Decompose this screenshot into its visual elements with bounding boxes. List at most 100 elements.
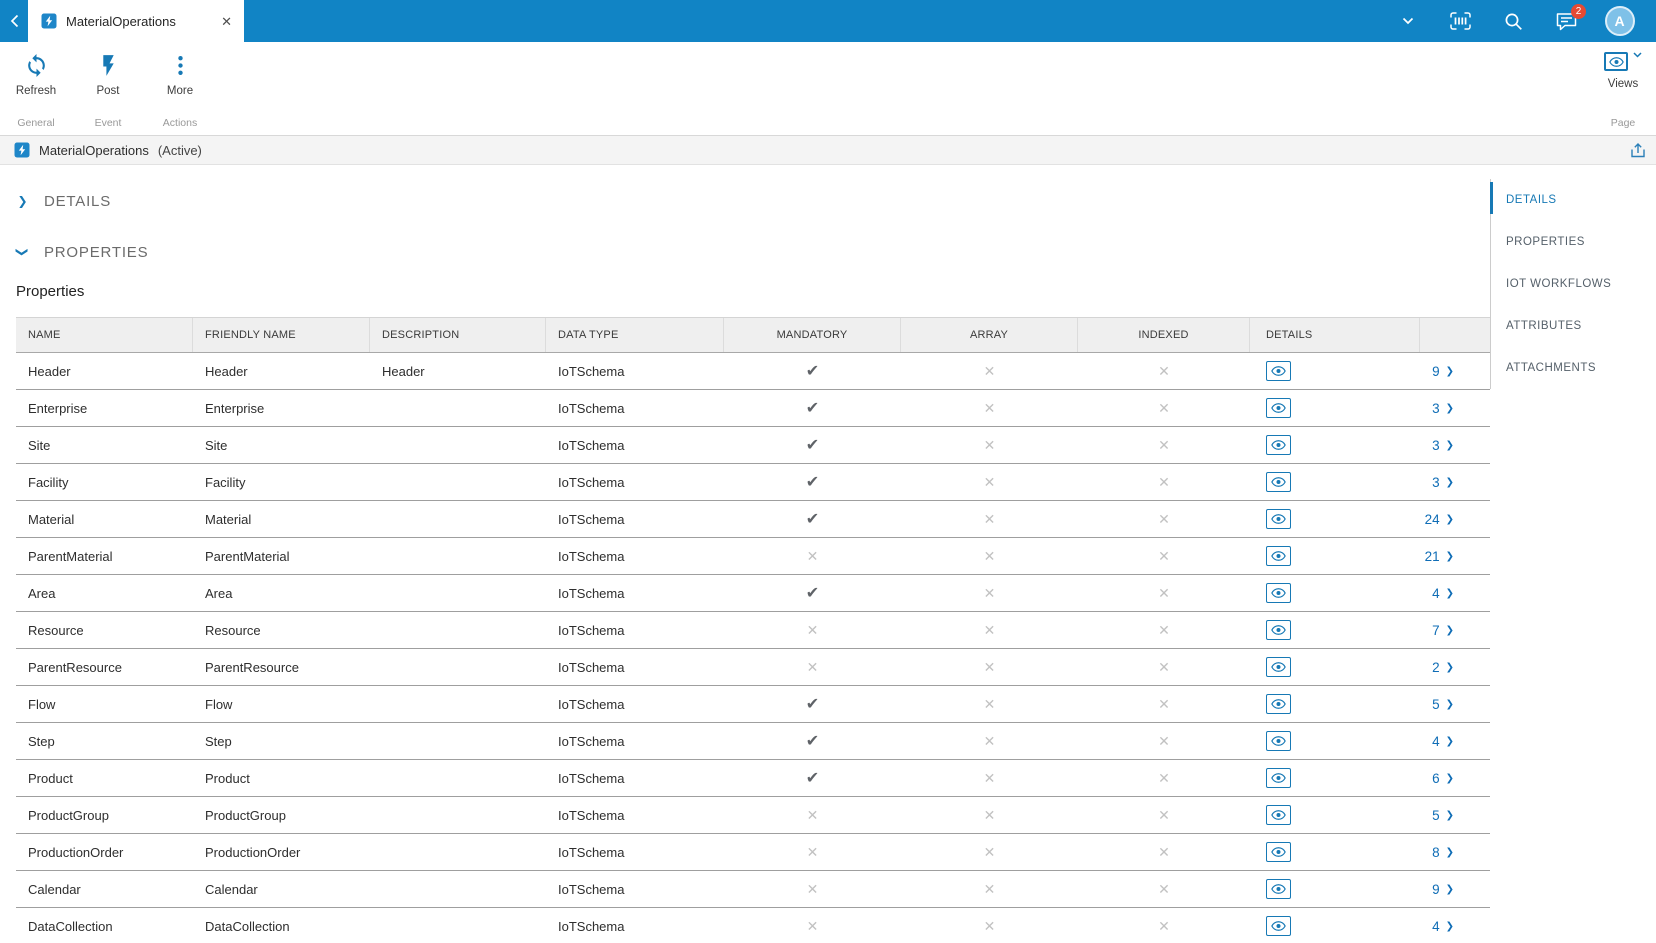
- details-eye-button[interactable]: [1266, 509, 1291, 529]
- table-body: Header Header Header IoTSchema ✔ ✕ ✕ 9 ❯…: [16, 353, 1490, 943]
- details-count-link[interactable]: 2 ❯: [1420, 649, 1490, 685]
- details-eye-button[interactable]: [1266, 842, 1291, 862]
- details-count-link[interactable]: 4 ❯: [1420, 575, 1490, 611]
- table-row[interactable]: Product Product IoTSchema ✔ ✕ ✕ 6 ❯: [16, 760, 1490, 797]
- cell-data-type: IoTSchema: [558, 918, 625, 934]
- ribbon-group-event: Post Event: [72, 42, 144, 135]
- table-row[interactable]: Header Header Header IoTSchema ✔ ✕ ✕ 9 ❯: [16, 353, 1490, 390]
- details-eye-button[interactable]: [1266, 472, 1291, 492]
- right-nav-item-label: IOT WORKFLOWS: [1506, 278, 1612, 290]
- ribbon-group-actions: More Actions: [144, 42, 216, 135]
- section-properties-toggle[interactable]: ❯ PROPERTIES: [16, 237, 1490, 267]
- details-eye-button[interactable]: [1266, 398, 1291, 418]
- details-eye-button[interactable]: [1266, 731, 1291, 751]
- check-icon: ✔: [805, 585, 820, 602]
- cell-description: [370, 686, 546, 722]
- details-eye-button[interactable]: [1266, 435, 1291, 455]
- x-icon: ✕: [1158, 473, 1170, 490]
- table-row[interactable]: ParentResource ParentResource IoTSchema …: [16, 649, 1490, 686]
- table-row[interactable]: Flow Flow IoTSchema ✔ ✕ ✕ 5 ❯: [16, 686, 1490, 723]
- back-button[interactable]: [0, 0, 28, 42]
- chevron-down-icon[interactable]: [1633, 52, 1642, 58]
- details-eye-button[interactable]: [1266, 546, 1291, 566]
- details-eye-button[interactable]: [1266, 583, 1291, 603]
- details-eye-button[interactable]: [1266, 657, 1291, 677]
- details-count-link[interactable]: 4 ❯: [1420, 723, 1490, 759]
- details-count-link[interactable]: 5 ❯: [1420, 686, 1490, 722]
- details-eye-button[interactable]: [1266, 361, 1291, 381]
- refresh-button[interactable]: Refresh: [0, 42, 72, 117]
- details-count-link[interactable]: 3 ❯: [1420, 427, 1490, 463]
- details-eye-button[interactable]: [1266, 879, 1291, 899]
- details-count-link[interactable]: 7 ❯: [1420, 612, 1490, 648]
- details-count-link[interactable]: 9 ❯: [1420, 871, 1490, 907]
- cell-details: [1250, 501, 1420, 537]
- details-eye-button[interactable]: [1266, 768, 1291, 788]
- check-icon: ✔: [805, 770, 820, 787]
- cell-mandatory: ✔: [724, 390, 901, 426]
- right-nav-list: DETAILS PROPERTIES IOT WORKFLOWS ATTRIBU…: [1490, 179, 1656, 389]
- table-row[interactable]: Site Site IoTSchema ✔ ✕ ✕ 3 ❯: [16, 427, 1490, 464]
- table-row[interactable]: Enterprise Enterprise IoTSchema ✔ ✕ ✕ 3 …: [16, 390, 1490, 427]
- chevron-right-icon: ❯: [1445, 810, 1454, 821]
- details-eye-button[interactable]: [1266, 805, 1291, 825]
- cell-details: [1250, 871, 1420, 907]
- eye-icon: [1271, 588, 1286, 598]
- x-icon: ✕: [983, 658, 996, 675]
- post-button[interactable]: Post: [72, 42, 144, 117]
- details-count-link[interactable]: 5 ❯: [1420, 797, 1490, 833]
- eye-icon: [1271, 625, 1286, 635]
- details-count-link[interactable]: 9 ❯: [1420, 353, 1490, 389]
- details-count-link[interactable]: 3 ❯: [1420, 390, 1490, 426]
- avatar-button[interactable]: A: [1593, 0, 1646, 42]
- open-in-window-icon: [1631, 142, 1645, 157]
- app-tab[interactable]: MaterialOperations ✕: [28, 0, 244, 42]
- details-count-link[interactable]: 4 ❯: [1420, 908, 1490, 943]
- details-count-link[interactable]: 3 ❯: [1420, 464, 1490, 500]
- nav-item-details[interactable]: DETAILS: [1490, 179, 1656, 221]
- cell-description: [370, 390, 546, 426]
- table-row[interactable]: Facility Facility IoTSchema ✔ ✕ ✕ 3 ❯: [16, 464, 1490, 501]
- lightning-icon: [102, 55, 114, 76]
- details-eye-button[interactable]: [1266, 620, 1291, 640]
- section-details-toggle[interactable]: ❯ DETAILS: [16, 186, 1490, 216]
- views-button[interactable]: Views: [1604, 42, 1642, 117]
- chat-button[interactable]: 2: [1540, 0, 1593, 42]
- table-row[interactable]: ProductionOrder ProductionOrder IoTSchem…: [16, 834, 1490, 871]
- table-row[interactable]: ParentMaterial ParentMaterial IoTSchema …: [16, 538, 1490, 575]
- nav-item-attributes[interactable]: ATTRIBUTES: [1491, 305, 1656, 347]
- table-row[interactable]: Calendar Calendar IoTSchema ✕ ✕ ✕ 9 ❯: [16, 871, 1490, 908]
- tab-close-icon[interactable]: ✕: [221, 15, 232, 28]
- details-count-link[interactable]: 8 ❯: [1420, 834, 1490, 870]
- details-eye-button[interactable]: [1266, 916, 1291, 936]
- table-row[interactable]: ProductGroup ProductGroup IoTSchema ✕ ✕ …: [16, 797, 1490, 834]
- cell-details: [1250, 538, 1420, 574]
- search-button[interactable]: [1487, 0, 1540, 42]
- details-count-link[interactable]: 6 ❯: [1420, 760, 1490, 796]
- details-count-link[interactable]: 21 ❯: [1420, 538, 1490, 574]
- details-eye-button[interactable]: [1266, 694, 1291, 714]
- chevron-right-icon: ❯: [1445, 884, 1454, 895]
- table-row[interactable]: Area Area IoTSchema ✔ ✕ ✕ 4 ❯: [16, 575, 1490, 612]
- cell-mandatory: ✔: [724, 501, 901, 537]
- details-count-link[interactable]: 24 ❯: [1420, 501, 1490, 537]
- eye-icon: [1271, 773, 1286, 783]
- x-icon: ✕: [806, 843, 819, 860]
- nav-item-iot-workflows[interactable]: IOT WORKFLOWS: [1491, 263, 1656, 305]
- ribbon-group-general: Refresh General: [0, 42, 72, 135]
- more-button[interactable]: More: [144, 42, 216, 117]
- cell-description: [370, 538, 546, 574]
- table-row[interactable]: Resource Resource IoTSchema ✕ ✕ ✕ 7 ❯: [16, 612, 1490, 649]
- open-in-window-button[interactable]: [1630, 142, 1646, 158]
- collapse-dropdown-button[interactable]: [1381, 0, 1434, 42]
- table-row[interactable]: Material Material IoTSchema ✔ ✕ ✕ 24 ❯: [16, 501, 1490, 538]
- cell-description: [370, 908, 546, 943]
- table-row[interactable]: Step Step IoTSchema ✔ ✕ ✕ 4 ❯: [16, 723, 1490, 760]
- avatar[interactable]: A: [1604, 6, 1635, 36]
- nav-item-attachments[interactable]: ATTACHMENTS: [1491, 347, 1656, 389]
- x-icon: ✕: [983, 584, 996, 601]
- table-row[interactable]: DataCollection DataCollection IoTSchema …: [16, 908, 1490, 943]
- eye-icon: [1271, 514, 1286, 524]
- nav-item-properties[interactable]: PROPERTIES: [1491, 221, 1656, 263]
- scan-button[interactable]: [1434, 0, 1487, 42]
